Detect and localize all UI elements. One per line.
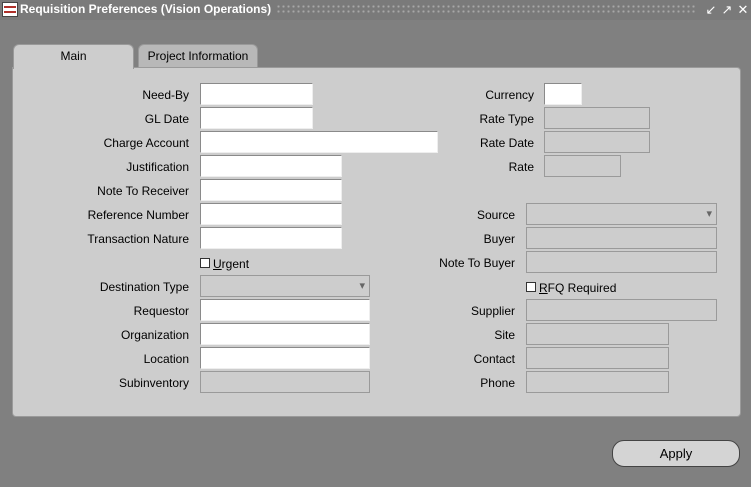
need-by-label: Need-By [142, 88, 189, 102]
buyer-label: Buyer [483, 232, 515, 246]
supplier-label: Supplier [470, 304, 515, 318]
contact-label: Contact [473, 352, 515, 366]
location-field[interactable] [200, 347, 370, 369]
title-bar-pattern [276, 4, 696, 14]
tab-project-information[interactable]: Project Information [138, 44, 258, 67]
subinventory-label: Subinventory [118, 376, 189, 390]
maximize-icon[interactable]: ↗ [720, 2, 734, 17]
site-field[interactable] [526, 323, 669, 345]
window-title: Requisition Preferences (Vision Operatio… [20, 2, 272, 16]
note-to-receiver-field[interactable] [200, 179, 342, 201]
phone-field[interactable] [526, 371, 669, 393]
justification-label: Justification [126, 160, 189, 174]
apply-button[interactable]: Apply [612, 440, 740, 467]
phone-label: Phone [480, 376, 515, 390]
note-to-buyer-field[interactable] [526, 251, 717, 273]
rfq-required-checkbox[interactable] [526, 282, 536, 292]
organization-label: Organization [120, 328, 189, 342]
source-select[interactable] [526, 203, 717, 225]
contact-field[interactable] [526, 347, 669, 369]
transaction-nature-field[interactable] [200, 227, 342, 249]
buyer-field[interactable] [526, 227, 717, 249]
reference-number-label: Reference Number [87, 208, 189, 222]
rate-field[interactable] [544, 155, 621, 177]
gl-date-label: GL Date [144, 112, 189, 126]
site-label: Site [494, 328, 515, 342]
requestor-field[interactable] [200, 299, 370, 321]
destination-type-label: Destination Type [99, 280, 189, 294]
rate-date-label: Rate Date [479, 136, 534, 150]
gl-date-field[interactable] [200, 107, 313, 129]
currency-label: Currency [485, 88, 534, 102]
rate-date-field[interactable] [544, 131, 650, 153]
close-icon[interactable]: ✕ [736, 2, 750, 17]
urgent-label: Urgent [213, 257, 250, 271]
tab-main[interactable]: Main [13, 44, 134, 69]
requestor-label: Requestor [133, 304, 189, 318]
need-by-field[interactable] [200, 83, 313, 105]
note-to-receiver-label: Note To Receiver [97, 184, 189, 198]
subinventory-field[interactable] [200, 371, 370, 393]
location-label: Location [143, 352, 189, 366]
rate-type-label: Rate Type [479, 112, 534, 126]
justification-field[interactable] [200, 155, 342, 177]
rate-label: Rate [508, 160, 534, 174]
supplier-field[interactable] [526, 299, 717, 321]
charge-account-label: Charge Account [103, 136, 189, 150]
rate-type-field[interactable] [544, 107, 650, 129]
source-label: Source [476, 208, 515, 222]
rfq-required-label: RFQ Required [539, 281, 617, 295]
destination-type-select[interactable] [200, 275, 370, 297]
reference-number-field[interactable] [200, 203, 342, 225]
currency-field[interactable] [544, 83, 582, 105]
title-bar: Requisition Preferences (Vision Operatio… [0, 0, 751, 20]
organization-field[interactable] [200, 323, 370, 345]
minimize-icon[interactable]: ↙ [704, 2, 718, 17]
app-icon [2, 2, 18, 17]
note-to-buyer-label: Note To Buyer [439, 256, 515, 270]
urgent-checkbox[interactable] [200, 258, 210, 268]
charge-account-field[interactable] [200, 131, 438, 153]
transaction-nature-label: Transaction Nature [87, 232, 189, 246]
